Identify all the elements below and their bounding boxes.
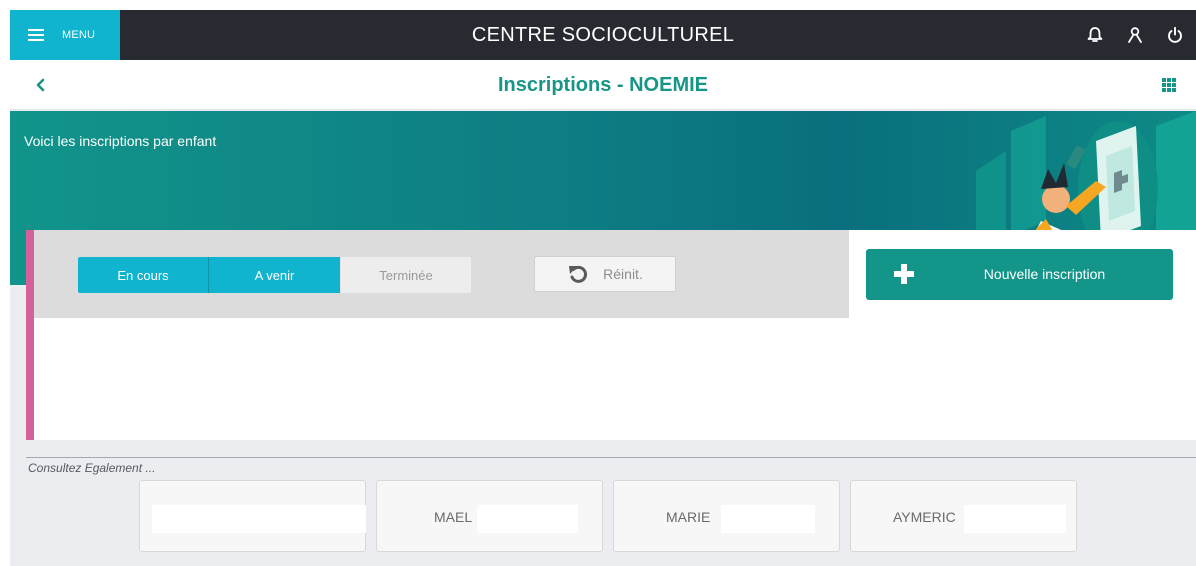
child-name: AYMERIC (893, 509, 956, 525)
child-cards: MAEL MARIE AYMERIC (139, 480, 1077, 552)
plus-icon (894, 264, 914, 284)
back-button[interactable] (30, 74, 52, 96)
chevron-left-icon (36, 78, 45, 92)
app-title: CENTRE SOCIOCULTUREL (471, 24, 735, 46)
tab-terminee[interactable]: Terminée (340, 257, 471, 293)
section-divider (26, 457, 1196, 458)
child-card[interactable]: AYMERIC (850, 480, 1077, 552)
sub-header: Inscriptions - NOEMIE (10, 60, 1196, 110)
undo-icon (569, 265, 588, 283)
consult-heading: Consultez Egalement ... (28, 461, 156, 475)
banner-text: Voici les inscriptions par enfant (24, 133, 217, 149)
hamburger-icon (28, 29, 44, 41)
menu-label: MENU (62, 29, 96, 41)
card-accent-bar (26, 230, 34, 440)
filter-zone: En cours A venir Terminée Réinit. (34, 230, 849, 318)
tab-a-venir[interactable]: A venir (209, 257, 340, 293)
child-name: MAEL (434, 509, 473, 525)
page-title: Inscriptions - NOEMIE (497, 74, 709, 96)
redacted-block (721, 505, 815, 533)
reset-button[interactable]: Réinit. (534, 256, 676, 292)
user-icon[interactable] (1126, 26, 1144, 44)
bell-icon[interactable] (1086, 26, 1104, 44)
top-icons (1086, 10, 1184, 60)
new-inscription-label: Nouvelle inscription (983, 266, 1106, 282)
power-icon[interactable] (1166, 26, 1184, 44)
child-name: MARIE (666, 509, 711, 525)
child-card[interactable] (139, 480, 366, 552)
redacted-block (964, 505, 1066, 533)
menu-button[interactable]: MENU (10, 10, 120, 60)
redacted-block (152, 505, 366, 533)
filter-card: En cours A venir Terminée Réinit. Nouvel… (26, 230, 1196, 440)
reset-label: Réinit. (603, 266, 643, 282)
apps-grid-icon[interactable] (1162, 78, 1176, 92)
new-inscription-button[interactable]: Nouvelle inscription (866, 249, 1173, 300)
child-card[interactable]: MARIE (613, 480, 840, 552)
redacted-block (477, 505, 578, 533)
app-frame: MENU CENTRE SOCIOCULTUREL Inscriptions -… (10, 10, 1196, 566)
top-bar: MENU CENTRE SOCIOCULTUREL (10, 10, 1196, 60)
tab-en-cours[interactable]: En cours (78, 257, 209, 293)
status-tabs: En cours A venir Terminée (78, 257, 471, 293)
child-card[interactable]: MAEL (376, 480, 603, 552)
